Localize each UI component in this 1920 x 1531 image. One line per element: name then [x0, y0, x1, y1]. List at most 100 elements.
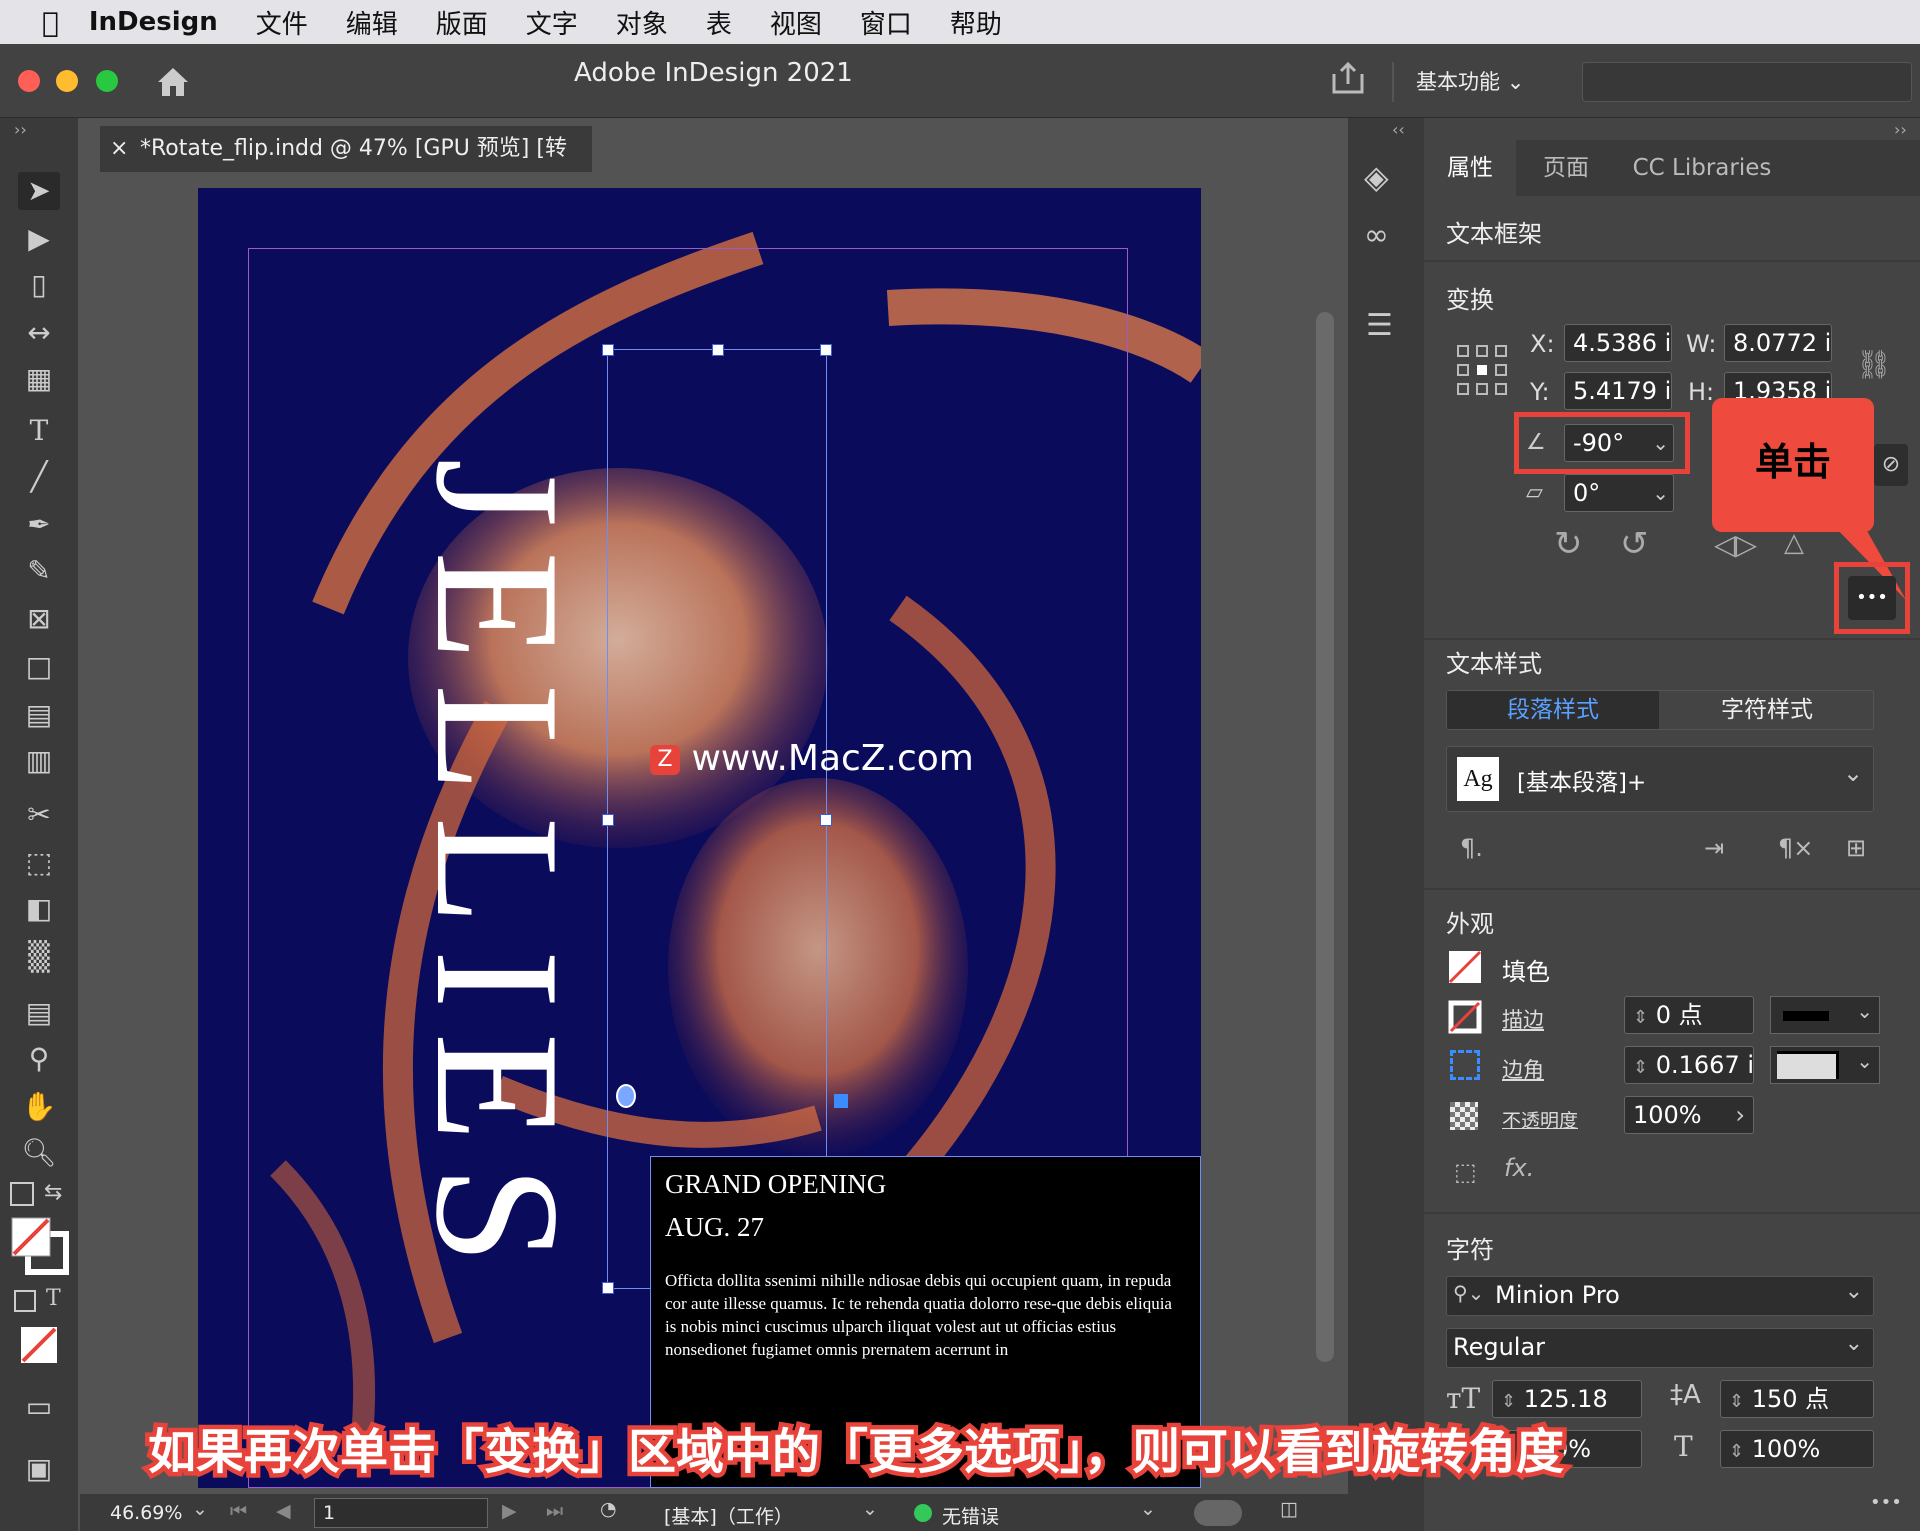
link-icon[interactable]: ⊘: [1874, 444, 1908, 486]
page-tool-icon[interactable]: ▯: [18, 266, 60, 304]
apple-icon[interactable]: : [42, 6, 59, 39]
scissors-tool-icon[interactable]: ✂: [18, 796, 60, 834]
zoom-dropdown-icon[interactable]: ⌄: [192, 1498, 208, 1520]
scrollbar-thumb[interactable]: [1316, 312, 1334, 1362]
rotate-counterclockwise-icon[interactable]: ↺: [1620, 524, 1649, 564]
preview-mode-icon[interactable]: ▣: [18, 1450, 60, 1488]
open-page-icon[interactable]: ◔: [600, 1498, 617, 1520]
eyedropper-tool-icon[interactable]: ⚲: [18, 1040, 60, 1078]
flip-horizontal-icon[interactable]: ◁▷: [1714, 528, 1757, 561]
selection-tool-icon[interactable]: ➤: [18, 172, 60, 210]
font-style-dropdown[interactable]: Regular ⌄: [1446, 1328, 1874, 1368]
direct-selection-tool-icon[interactable]: ▶: [18, 220, 60, 258]
stroke-swatch-icon[interactable]: [1448, 1000, 1482, 1034]
grid-tool-icon[interactable]: ▥: [18, 742, 60, 780]
tab-character-styles[interactable]: 字符样式: [1661, 691, 1873, 729]
paragraph-style-dropdown[interactable]: Ag [基本段落]+ ⌄: [1446, 746, 1874, 812]
rectangle-frame-tool-icon[interactable]: ⊠: [18, 600, 60, 638]
page-field[interactable]: 1: [314, 1498, 488, 1528]
split-view-icon[interactable]: ◫: [1280, 1498, 1298, 1520]
type-tool-icon[interactable]: T: [18, 412, 60, 450]
content-collector-icon[interactable]: ▦: [18, 360, 60, 398]
prev-page-icon[interactable]: ◀: [276, 1500, 291, 1522]
gradient-swatch-tool-icon[interactable]: ◧: [18, 890, 60, 928]
gradient-feather-tool-icon[interactable]: ▒: [18, 938, 60, 976]
menu-help[interactable]: 帮助: [950, 4, 1002, 41]
menu-layout[interactable]: 版面: [436, 4, 488, 41]
clear-overrides-icon[interactable]: ¶×: [1778, 834, 1813, 862]
fx-icon[interactable]: fx.: [1504, 1154, 1534, 1182]
last-page-icon[interactable]: ⏭: [546, 1500, 563, 1522]
zoom-tool-icon[interactable]: 🔍︎: [18, 1134, 60, 1172]
constrain-proportions-icon[interactable]: ⛓: [1856, 348, 1892, 381]
fill-stroke-icon[interactable]: [10, 1216, 70, 1276]
stepper-icon[interactable]: ⇕: [1633, 1057, 1648, 1078]
links-icon[interactable]: ∞: [1364, 218, 1389, 253]
corner-shape-dropdown[interactable]: ⌄: [1770, 1046, 1880, 1084]
document-tab[interactable]: × *Rotate_flip.indd @ 47% [GPU 预览] [转换]: [100, 126, 592, 207]
free-transform-tool-icon[interactable]: ⬚: [18, 844, 60, 882]
close-tab-icon[interactable]: ×: [110, 126, 128, 172]
line-tool-icon[interactable]: ╱: [18, 458, 60, 496]
next-page-icon[interactable]: ▶: [502, 1500, 517, 1522]
stepper-icon[interactable]: ⇕: [1729, 1391, 1744, 1412]
apply-none-icon[interactable]: [18, 1324, 60, 1366]
layers-icon[interactable]: ◈: [1364, 158, 1389, 196]
w-field[interactable]: 8.0772 i: [1724, 324, 1832, 362]
hand-tool-icon[interactable]: ✋: [18, 1088, 60, 1126]
chevron-right-icon[interactable]: ›: [1735, 1097, 1745, 1133]
corner-icon[interactable]: [1450, 1050, 1480, 1080]
profile-dropdown-icon[interactable]: ⌄: [862, 1498, 878, 1520]
corner-label[interactable]: 边角: [1502, 1054, 1544, 1084]
menu-app[interactable]: InDesign: [89, 7, 218, 37]
note-tool-icon[interactable]: ▤: [18, 994, 60, 1032]
document-page[interactable]: JELLIES Z www.MacZ.com GRAND OPENING AUG…: [198, 188, 1201, 1488]
vertical-scale-field[interactable]: ⇕ 100%: [1720, 1430, 1874, 1468]
toggle-switch[interactable]: [1194, 1500, 1242, 1526]
formatting-container-icon[interactable]: [14, 1290, 36, 1312]
opacity-label[interactable]: 不透明度: [1502, 1106, 1578, 1133]
more-character-options-button[interactable]: •••: [1870, 1492, 1902, 1513]
y-field[interactable]: 5.4179 i: [1564, 372, 1672, 410]
pencil-tool-icon[interactable]: ✎: [18, 552, 60, 590]
tab-pages[interactable]: 页面: [1518, 140, 1614, 196]
pen-tool-icon[interactable]: ✒: [18, 506, 60, 544]
load-styles-icon[interactable]: ⇥: [1704, 834, 1724, 862]
formatting-text-icon[interactable]: T: [46, 1286, 61, 1311]
share-icon[interactable]: [1330, 60, 1366, 96]
stroke-label[interactable]: 描边: [1502, 1004, 1544, 1034]
stepper-icon[interactable]: ⇕: [1729, 1441, 1744, 1462]
default-colors-icon[interactable]: [10, 1182, 34, 1206]
tab-properties[interactable]: 属性: [1424, 140, 1516, 196]
shear-dropdown-icon[interactable]: ⌄: [1652, 475, 1669, 511]
menu-edit[interactable]: 编辑: [346, 4, 398, 41]
first-page-icon[interactable]: ⏮: [230, 1500, 247, 1522]
stroke-weight-field[interactable]: ⇕ 0 点: [1624, 996, 1754, 1034]
close-window-button[interactable]: [18, 70, 40, 92]
vertical-scrollbar[interactable]: [1310, 172, 1340, 1492]
stepper-icon[interactable]: ⇕: [1633, 1007, 1648, 1028]
minimize-window-button[interactable]: [56, 70, 78, 92]
menu-view[interactable]: 视图: [770, 4, 822, 41]
shear-field[interactable]: 0° ⌄: [1564, 474, 1674, 512]
preflight-profile[interactable]: [基本]（工作）: [664, 1502, 793, 1529]
effects-frame-icon[interactable]: ⬚: [1454, 1158, 1477, 1186]
menu-type[interactable]: 文字: [526, 4, 578, 41]
more-options-button[interactable]: •••: [1848, 576, 1896, 620]
expand-panel-icon[interactable]: ››: [1894, 120, 1907, 139]
leading-field[interactable]: ⇕ 150 点: [1720, 1380, 1874, 1418]
frame-link-icon[interactable]: [616, 1084, 636, 1108]
menu-window[interactable]: 窗口: [860, 4, 912, 41]
stepper-icon[interactable]: ⇕: [1501, 1391, 1516, 1412]
search-input[interactable]: [1582, 62, 1912, 102]
opacity-field[interactable]: 100% ›: [1624, 1096, 1754, 1134]
preflight-dropdown-icon[interactable]: ⌄: [1140, 1498, 1156, 1520]
collapse-dock-icon[interactable]: ‹‹: [1392, 120, 1405, 139]
headline-text[interactable]: JELLIES: [388, 458, 608, 1288]
rotate-clockwise-icon[interactable]: ↻: [1554, 524, 1583, 564]
out-port-icon[interactable]: [834, 1094, 848, 1108]
maximize-window-button[interactable]: [96, 70, 118, 92]
rectangle-tool-icon[interactable]: □: [18, 648, 60, 686]
menu-file[interactable]: 文件: [256, 4, 308, 41]
x-field[interactable]: 4.5386 i: [1564, 324, 1672, 362]
